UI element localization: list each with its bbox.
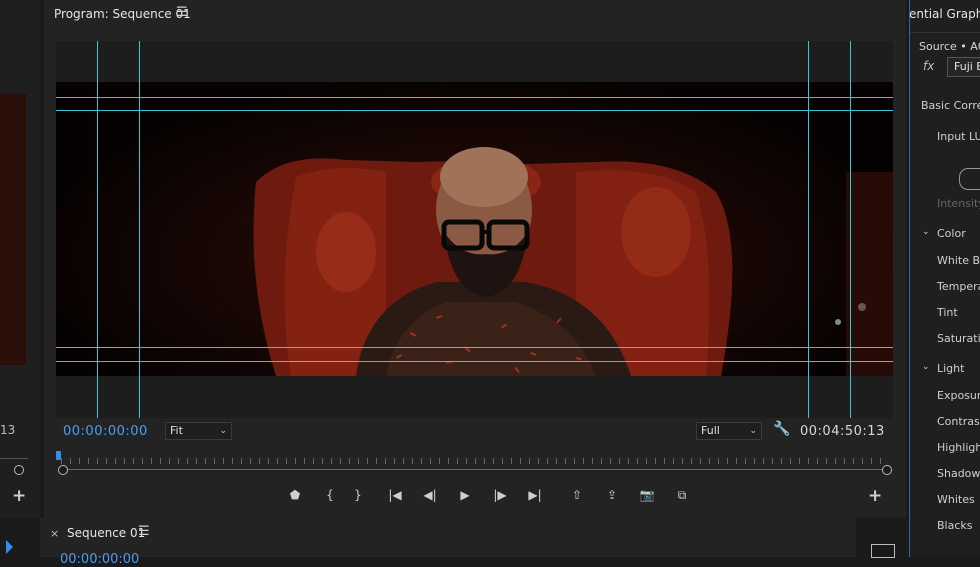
play-button[interactable]: ▶ <box>454 484 476 506</box>
program-viewer[interactable] <box>56 41 893 418</box>
effect-select[interactable]: Fuji E <box>947 57 980 77</box>
saturation-label: Saturatio <box>937 332 980 345</box>
step-back-button[interactable]: ◀| <box>419 484 441 506</box>
playhead-marker[interactable] <box>56 451 61 460</box>
safe-margin-guide <box>56 347 893 348</box>
panel-icon[interactable] <box>871 544 895 558</box>
timeline-tab[interactable]: Sequence 01 <box>67 526 145 540</box>
playback-resolution-value: Full <box>701 424 720 437</box>
export-frame-button[interactable]: 📷 <box>636 484 658 506</box>
tools-panel-partial <box>860 518 908 558</box>
duration-timecode: 00:04:50:13 <box>800 424 885 439</box>
button-editor-icon[interactable]: + <box>868 488 882 505</box>
source-zoom-handle[interactable] <box>14 465 24 475</box>
lumetri-color-panel: ential Graphics Source • A02 fx Fuji E B… <box>910 0 980 557</box>
input-lut-label: Input LUT <box>937 130 980 143</box>
go-to-in-button[interactable]: |◀ <box>384 484 406 506</box>
color-section-header[interactable]: Color <box>937 227 966 240</box>
basic-correction-header[interactable]: Basic Correc <box>921 99 980 112</box>
tint-label: Tint <box>937 306 958 319</box>
intensity-label: Intensity <box>937 197 980 210</box>
chevron-down-icon: ⌄ <box>749 426 757 436</box>
mark-out-button[interactable]: } <box>347 484 369 506</box>
hamburger-menu-icon[interactable]: ☰ <box>138 524 150 539</box>
divider <box>910 32 980 33</box>
time-ruler[interactable] <box>61 452 889 464</box>
video-frame-image <box>253 147 893 376</box>
zoom-handle-right[interactable] <box>882 465 892 475</box>
playhead-timecode[interactable]: 00:00:00:00 <box>63 424 148 439</box>
panel-title[interactable]: ential Graphics <box>910 7 980 21</box>
close-icon[interactable]: × <box>50 527 59 540</box>
timeline-timecode[interactable]: 00:00:00:00 <box>60 552 139 567</box>
safe-margin-guide <box>56 361 893 362</box>
program-header: Program: Sequence 01 ☰ <box>44 0 906 28</box>
wrench-icon[interactable]: 🔧 <box>773 421 790 437</box>
step-forward-button[interactable]: |▶ <box>489 484 511 506</box>
source-timecode: 13 <box>0 423 16 437</box>
fx-icon[interactable]: fx <box>923 59 934 73</box>
zoom-level-value: Fit <box>170 424 183 437</box>
program-monitor-panel: Program: Sequence 01 ☰ 00:00:00:00 Fit ⌄… <box>44 0 906 518</box>
light-section-header[interactable]: Light <box>937 362 964 375</box>
comparison-view-button[interactable]: ⧉ <box>671 484 693 506</box>
temperature-label: Tempera <box>937 280 980 293</box>
source-video-preview <box>0 94 26 365</box>
chevron-down-icon[interactable]: ⌄ <box>922 227 930 237</box>
zoom-handle-left[interactable] <box>58 465 68 475</box>
source-clip-label[interactable]: Source • A02 <box>919 40 980 53</box>
add-marker-button[interactable]: ⬟ <box>284 484 306 506</box>
source-time-ruler[interactable] <box>0 458 28 459</box>
shadows-label: Shadows <box>937 467 980 480</box>
zoom-level-dropdown[interactable]: Fit ⌄ <box>165 422 232 440</box>
source-button-editor-icon[interactable]: + <box>12 488 26 505</box>
contrast-label: Contrast <box>937 415 980 428</box>
safe-margin-guide <box>56 97 893 98</box>
source-monitor-partial <box>0 0 40 518</box>
lift-button[interactable]: ⇧ <box>566 484 588 506</box>
extract-button[interactable]: ⇪ <box>601 484 623 506</box>
panel-title[interactable]: Program: Sequence 01 <box>54 7 191 21</box>
auto-toggle[interactable] <box>959 168 980 190</box>
timeline-panel: × Sequence 01 ☰ 00:00:00:00 <box>40 518 856 567</box>
selection-tool[interactable] <box>0 528 24 557</box>
chevron-down-icon: ⌄ <box>219 426 227 436</box>
zoom-scrollbar[interactable] <box>66 469 886 470</box>
exposure-label: Exposure <box>937 389 980 402</box>
safe-margin-guide <box>56 110 893 111</box>
video-frame <box>56 82 893 376</box>
blacks-label: Blacks <box>937 519 973 532</box>
selection-arrow-icon <box>6 540 13 554</box>
playback-resolution-dropdown[interactable]: Full ⌄ <box>696 422 762 440</box>
mark-in-button[interactable]: { <box>319 484 341 506</box>
white-balance-label: White Ba <box>937 254 980 267</box>
highlights-label: Highligh <box>937 441 980 454</box>
hamburger-menu-icon[interactable]: ☰ <box>176 5 188 20</box>
chevron-down-icon[interactable]: ⌄ <box>922 362 930 372</box>
go-to-out-button[interactable]: ▶| <box>524 484 546 506</box>
whites-label: Whites <box>937 493 975 506</box>
